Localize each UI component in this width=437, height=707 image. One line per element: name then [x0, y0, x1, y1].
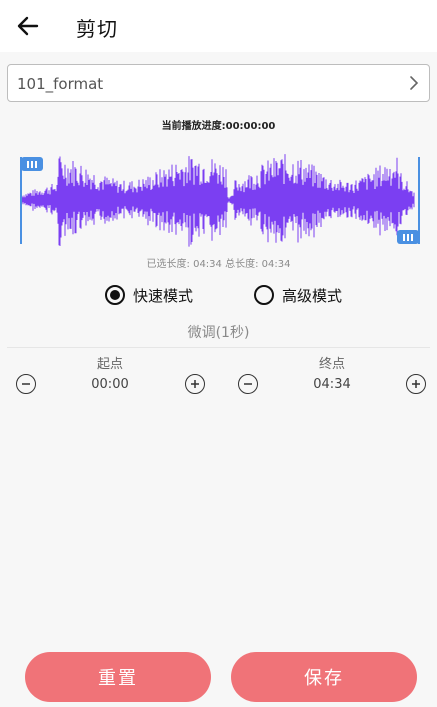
radio-selected-icon	[105, 285, 125, 305]
minus-icon	[244, 383, 252, 385]
start-decrease-button[interactable]	[16, 374, 36, 394]
end-decrease-button[interactable]	[238, 374, 258, 394]
reset-button[interactable]: 重置	[25, 652, 211, 702]
fine-tune-label: 微调(1秒)	[187, 325, 250, 341]
waveform-path	[21, 154, 415, 247]
file-selector[interactable]: 101_format	[7, 64, 430, 102]
selection-length: 已选长度: 04:34 总长度: 04:34	[146, 259, 291, 270]
audio-waveform[interactable]	[18, 150, 423, 250]
trim-start-handle[interactable]	[21, 157, 43, 171]
end-increase-button[interactable]	[406, 374, 426, 394]
fast-mode-label: 快速模式	[133, 286, 194, 305]
page-title: 剪切	[76, 17, 118, 41]
end-time: 04:34	[313, 377, 351, 392]
chevron-right-icon	[410, 76, 419, 90]
advanced-mode-radio[interactable]: 高级模式	[254, 283, 342, 307]
start-label: 起点	[96, 357, 123, 372]
save-button[interactable]: 保存	[231, 652, 417, 702]
end-label: 终点	[318, 357, 345, 372]
divider	[7, 347, 430, 348]
arrow-left-icon	[17, 16, 39, 36]
radio-unselected-icon	[254, 285, 274, 305]
plus-icon	[191, 380, 199, 388]
minus-icon	[22, 383, 30, 385]
top-bar: 剪切	[0, 0, 437, 52]
back-button[interactable]	[12, 10, 44, 42]
start-time: 00:00	[91, 377, 129, 392]
start-increase-button[interactable]	[185, 374, 205, 394]
advanced-mode-label: 高级模式	[282, 286, 343, 305]
file-name: 101_format	[17, 75, 104, 93]
trim-end-handle[interactable]	[397, 230, 419, 244]
fast-mode-radio[interactable]: 快速模式	[105, 283, 193, 307]
playback-progress: 当前播放进度:00:00:00	[161, 121, 276, 132]
plus-icon	[412, 380, 420, 388]
